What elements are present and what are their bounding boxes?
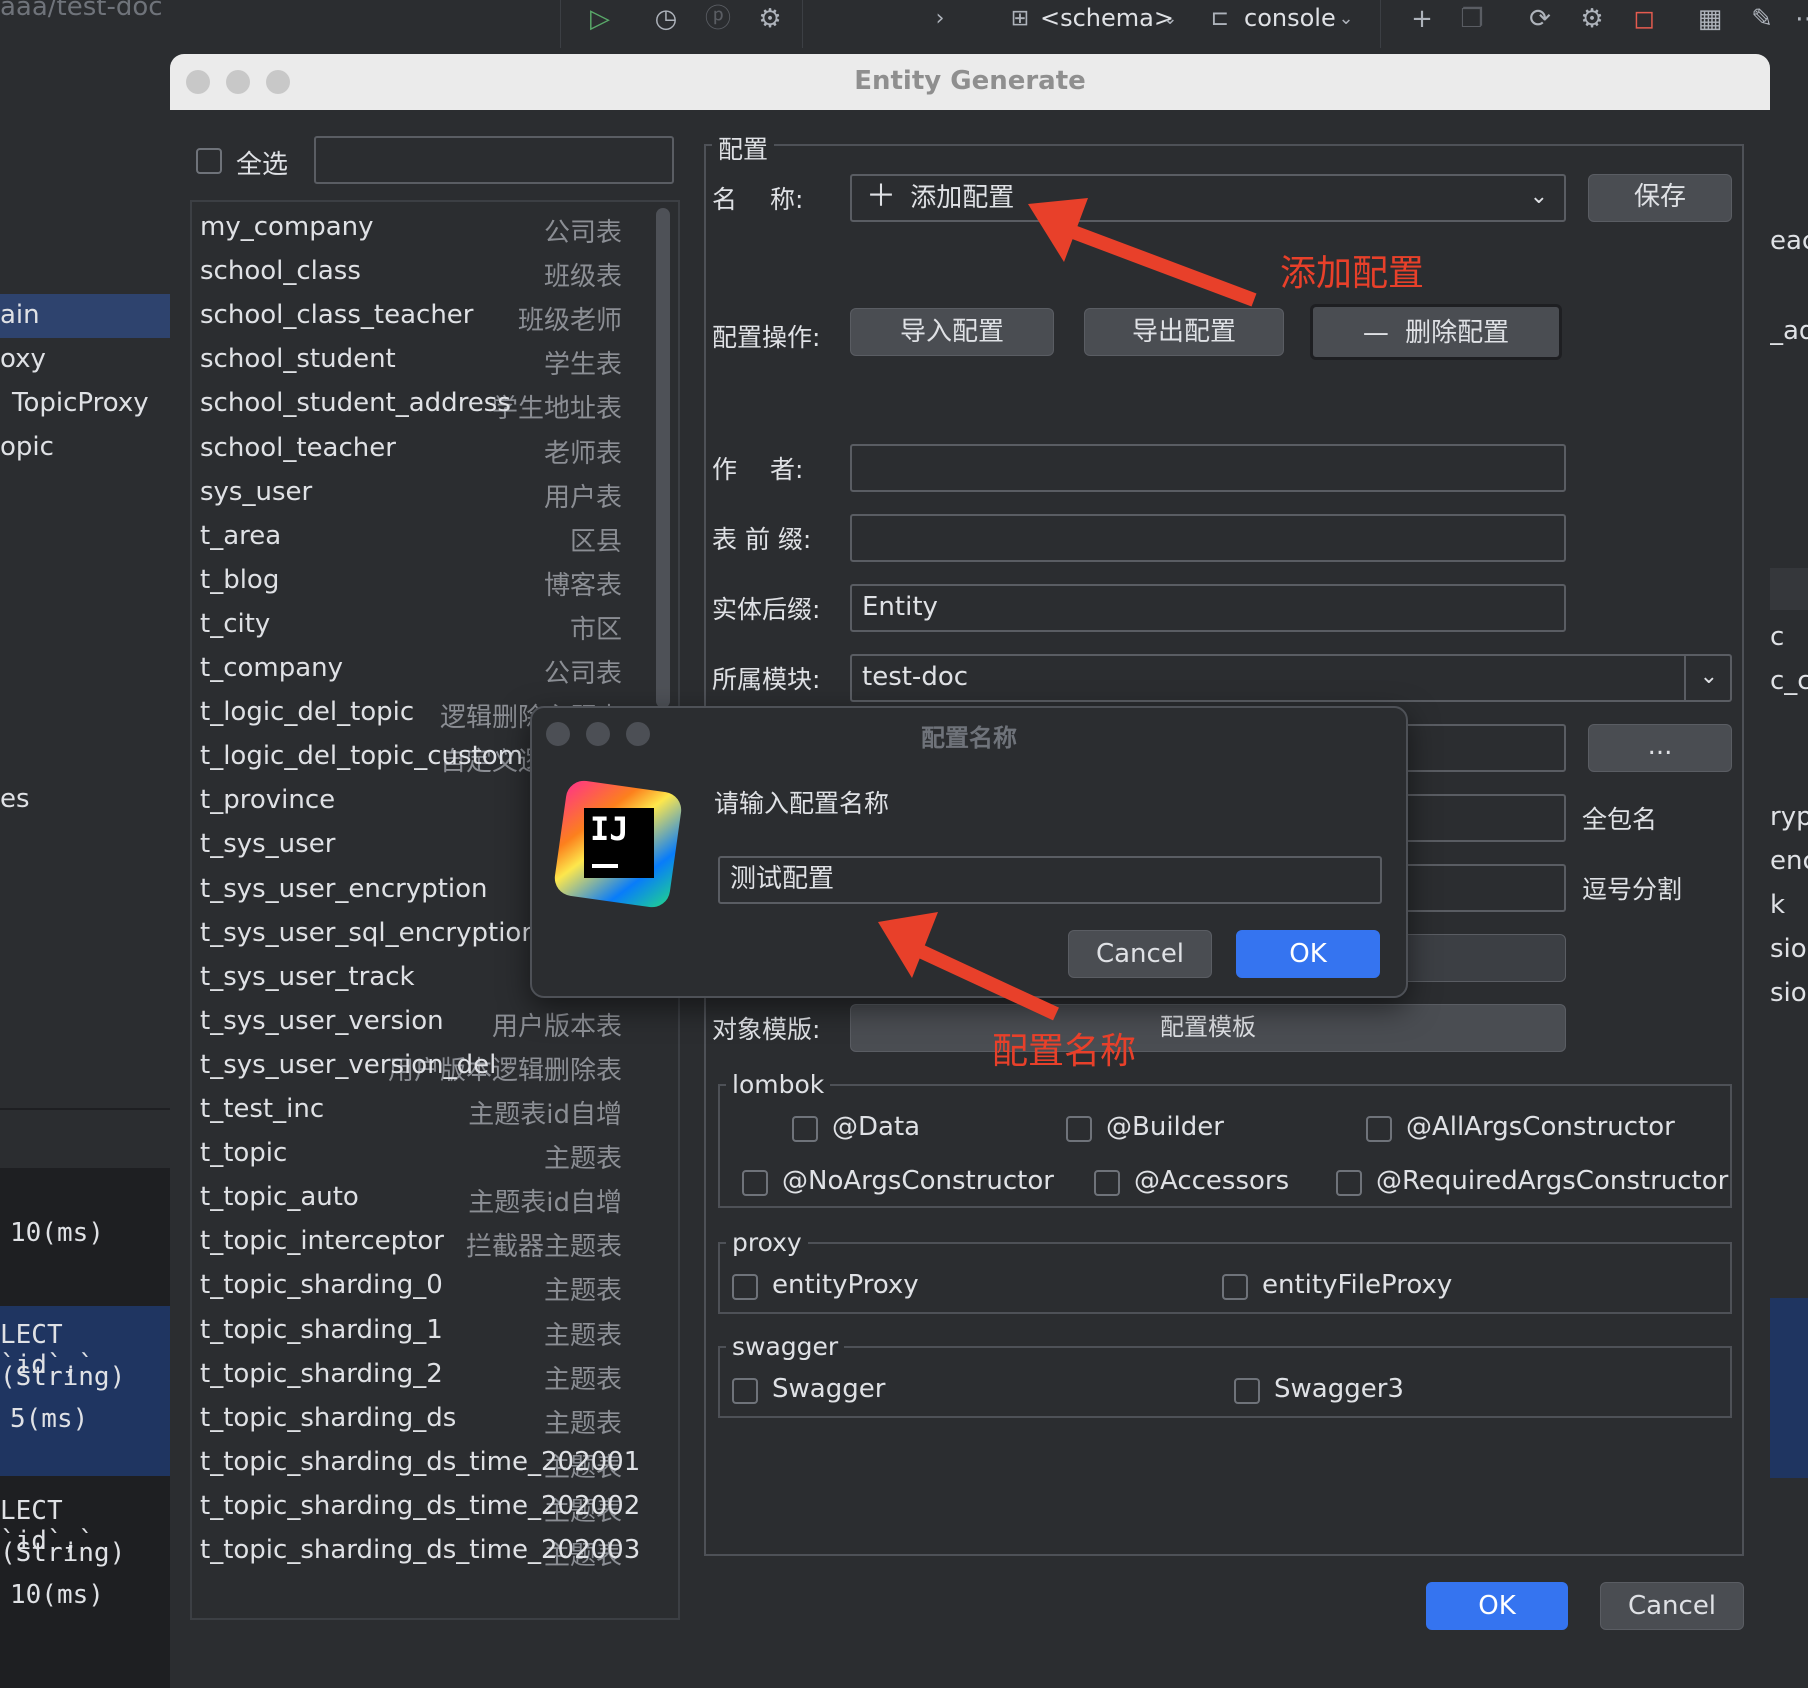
add-config-annotation: 添加配置 [1280,253,1425,294]
arrow-to-config-name [878,912,1059,1021]
config-name-annotation: 配置名称 [992,1031,1137,1072]
arrow-to-add-config [1028,198,1257,307]
annotation-arrows [878,198,1257,1021]
